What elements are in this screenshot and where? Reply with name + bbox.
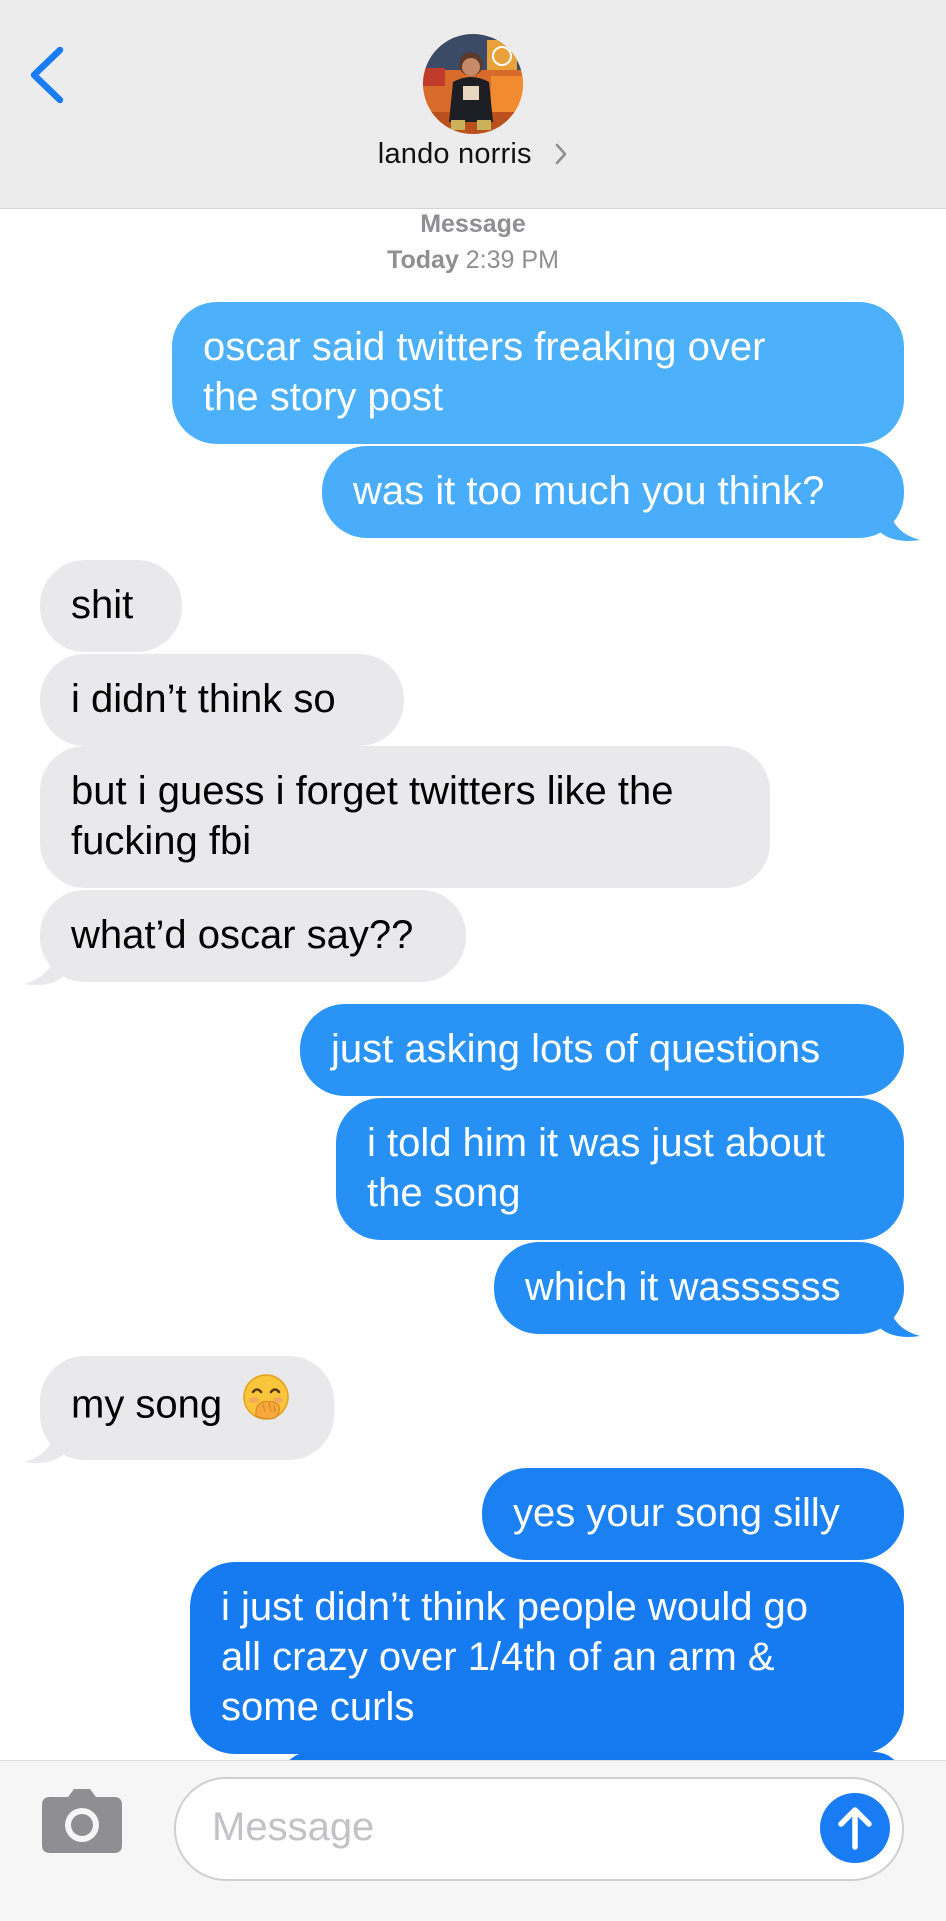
timestamp-day: Today bbox=[387, 246, 459, 274]
message-text-line: i didn’t think so bbox=[71, 677, 336, 721]
sent-message-bubble[interactable]: i told him it was just about the song bbox=[336, 1098, 904, 1240]
message-text-line: i told him it was just about bbox=[367, 1121, 825, 1165]
message-text-line: all crazy over 1/4th of an arm & bbox=[221, 1635, 775, 1679]
message-text-line: some curls bbox=[221, 1685, 415, 1729]
sent-message-bubble[interactable]: was it too much you think? bbox=[322, 446, 920, 541]
chevron-left-icon bbox=[30, 46, 64, 104]
message-text-line: i just didn’t think people would go bbox=[221, 1585, 809, 1629]
bubble-tail bbox=[880, 1298, 920, 1337]
sent-message-bubble[interactable]: yes your song silly bbox=[482, 1468, 904, 1560]
contact-name: lando norris bbox=[377, 138, 532, 170]
received-message-bubble[interactable]: shit bbox=[40, 560, 182, 652]
message-text-line: what’d oscar say?? bbox=[71, 913, 414, 957]
contact-name-button[interactable]: lando norris bbox=[0, 138, 946, 173]
camera-button[interactable] bbox=[42, 1789, 122, 1853]
message-input[interactable]: Message bbox=[174, 1777, 904, 1881]
service-label: Message bbox=[420, 210, 526, 238]
message-text-line: just asking lots of questions bbox=[331, 1027, 821, 1071]
message-text-line: shit bbox=[71, 583, 134, 627]
sent-message-bubble[interactable]: i just didn’t think people would go all … bbox=[190, 1562, 904, 1754]
received-message-bubble[interactable]: i didn’t think so bbox=[40, 654, 404, 746]
message-text-line: the story post bbox=[203, 375, 444, 419]
message-text-line: but i guess i forget twitters like the bbox=[71, 769, 674, 813]
received-message-bubble[interactable]: but i guess i forget twitters like the f… bbox=[40, 746, 770, 888]
conversation-header: lando norris bbox=[0, 0, 946, 209]
message-text-line: oscar said twitters freaking over bbox=[203, 325, 766, 369]
bubble-tail bbox=[24, 1424, 64, 1463]
message-input-placeholder: Message bbox=[212, 1805, 375, 1849]
arrow-up-icon bbox=[820, 1793, 890, 1863]
sent-message-bubble[interactable]: just asking lots of questions bbox=[300, 1004, 904, 1096]
received-message-bubble[interactable]: what’d oscar say?? bbox=[24, 890, 466, 985]
sent-message-bubble[interactable]: which it wassssss bbox=[494, 1242, 920, 1337]
send-button[interactable] bbox=[820, 1793, 890, 1863]
message-text-line: the song bbox=[367, 1171, 521, 1215]
avatar[interactable] bbox=[423, 34, 523, 134]
bubble-tail bbox=[24, 946, 64, 985]
message-text-line: was it too much you think? bbox=[353, 469, 825, 513]
message-text-line: which it wassssss bbox=[525, 1265, 841, 1309]
received-message-bubble[interactable]: my song bbox=[24, 1356, 334, 1463]
chevron-right-icon bbox=[554, 142, 568, 171]
camera-icon bbox=[42, 1789, 122, 1853]
sent-message-bubble[interactable]: oscar said twitters freaking over the st… bbox=[172, 302, 904, 444]
message-text-line: yes your song silly bbox=[513, 1491, 840, 1535]
back-button[interactable] bbox=[22, 40, 82, 110]
message-composer: Message bbox=[0, 1760, 946, 1921]
message-text-line: fucking fbi bbox=[71, 819, 252, 863]
message-text-line: my song bbox=[71, 1382, 223, 1427]
timestamp-time: 2:39 PM bbox=[465, 246, 559, 274]
bubble-tail bbox=[880, 502, 920, 541]
face-with-hand-over-mouth-icon bbox=[241, 1372, 291, 1434]
timestamp: Today 2:39 PM bbox=[0, 246, 946, 275]
